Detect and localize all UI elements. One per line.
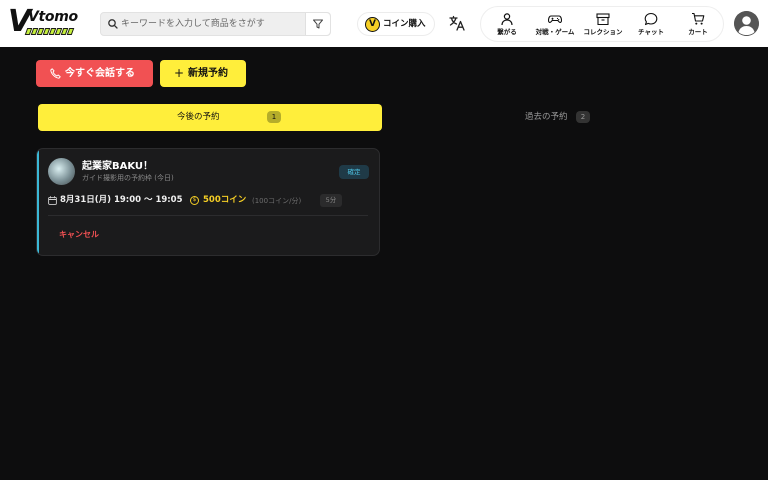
coin-icon: V <box>365 17 380 32</box>
search-input[interactable]: キーワードを入力して商品をさがす <box>121 17 265 31</box>
card-accent-bar <box>37 149 39 255</box>
tab-past[interactable]: 過去の予約 2 <box>398 104 708 131</box>
reservation-price: 500コイン <box>203 195 247 205</box>
coin-icon: $ <box>190 196 199 205</box>
user-avatar[interactable] <box>734 11 759 36</box>
nav-chat[interactable]: チャット <box>636 7 666 43</box>
call-now-button[interactable]: 今すぐ会話する <box>36 60 153 87</box>
tab-past-count: 2 <box>576 111 590 123</box>
cart-icon <box>692 12 705 25</box>
top-header: V Vtomo キーワードを入力して商品をさがす V コイン購入 繋がる 対戦・… <box>0 0 768 47</box>
person-icon <box>501 13 513 26</box>
tab-upcoming-count: 1 <box>267 111 281 123</box>
card-divider <box>48 215 368 216</box>
reservation-datetime: 8月31日(月) 19:00 〜 19:05 <box>60 195 183 205</box>
reservation-rate: (100コイン/分) <box>252 197 302 205</box>
plus-icon: + <box>174 66 185 80</box>
host-avatar[interactable] <box>48 158 75 185</box>
chat-bubble-icon <box>644 12 658 26</box>
filter-icon <box>313 19 323 29</box>
logo-text: Vtomo <box>28 9 78 25</box>
duration-badge: 5分 <box>320 194 342 207</box>
tab-past-label: 過去の予約 <box>525 112 568 122</box>
main-nav: 繋がる 対戦・ゲーム コレクション チャット カート <box>480 6 724 42</box>
phone-icon <box>50 68 61 79</box>
host-name[interactable]: 起業家BAKU！ <box>82 160 153 173</box>
call-now-label: 今すぐ会話する <box>65 68 135 79</box>
new-reservation-button[interactable]: + 新規予約 <box>160 60 246 87</box>
user-icon <box>734 11 759 36</box>
archive-box-icon <box>596 13 610 26</box>
nav-connect[interactable]: 繋がる <box>491 7 523 43</box>
vtomo-logo[interactable]: V Vtomo <box>8 7 84 39</box>
cancel-button[interactable]: キャンセル <box>59 229 99 240</box>
gamepad-icon <box>548 15 562 23</box>
filter-button[interactable] <box>305 13 330 35</box>
reservation-card: 起業家BAKU！ ガイド撮影用の予約枠 (今日) 確定 8月31日(月) 19:… <box>36 148 380 256</box>
tab-upcoming-label: 今後の予約 <box>177 112 220 122</box>
nav-collection[interactable]: コレクション <box>583 7 623 43</box>
search-icon <box>108 19 118 29</box>
buy-coins-button[interactable]: V コイン購入 <box>357 12 435 36</box>
buy-coins-label: コイン購入 <box>383 19 426 29</box>
nav-games[interactable]: 対戦・ゲーム <box>532 7 578 43</box>
status-badge: 確定 <box>339 165 369 179</box>
tab-upcoming[interactable]: 今後の予約 1 <box>38 104 382 131</box>
nav-cart[interactable]: カート <box>683 7 713 43</box>
new-reservation-label: 新規予約 <box>188 68 228 79</box>
translate-icon[interactable] <box>448 14 466 32</box>
calendar-icon <box>48 196 57 205</box>
reservation-subtitle: ガイド撮影用の予約枠 (今日) <box>82 174 174 182</box>
search-bar[interactable]: キーワードを入力して商品をさがす <box>100 12 331 36</box>
